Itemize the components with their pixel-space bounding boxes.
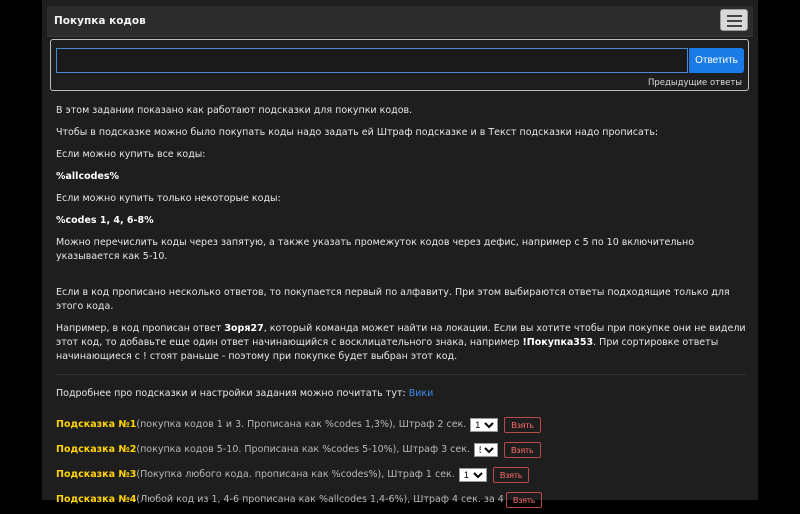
paragraph: Можно перечислить коды через запятую, а … [56,237,695,262]
hint-description: (Покупка любого кода. прописана как %cod… [136,469,455,480]
code-example: !Покупка353 [522,337,594,348]
hint-description: (покупка кодов 1 и 3. Прописана как %cod… [136,419,467,430]
hint-name: Подсказка №3 [56,469,137,480]
hint-row: Подсказка №4 (Любой код из 1, 4-6 пропис… [56,489,746,511]
hint-name: Подсказка №1 [56,419,137,430]
divider [56,374,746,375]
code-select[interactable]: 1 [458,468,487,482]
answer-panel: Ответить Предыдущие ответы [50,39,749,91]
code-example: %allcodes% [56,171,120,182]
take-hint-button[interactable]: Взять [492,467,530,483]
answer-input[interactable] [56,48,688,73]
menu-button[interactable] [720,9,748,31]
hint-description: (покупка кодов 5-10. Прописана как %code… [136,444,471,455]
paragraph: Если можно купить только некоторые коды: [56,193,281,204]
hint-description: (Любой код из 1, 4-6 прописана как %allc… [136,494,504,505]
intro-text: В этом задании показано как работают под… [56,105,413,116]
wiki-link[interactable]: Вики [409,388,434,399]
top-bar: Покупка кодов [47,6,753,37]
hint-row: Подсказка №3 (Покупка любого кода. пропи… [56,464,746,486]
take-hint-button[interactable]: Взять [505,492,543,508]
take-hint-button[interactable]: Взять [504,442,541,458]
hint-name: Подсказка №4 [56,494,137,505]
previous-answers-link[interactable]: Предыдущие ответы [648,78,742,88]
page-title: Покупка кодов [54,15,146,27]
paragraph: Если в код прописано несколько ответов, … [56,287,730,312]
hint-row: Подсказка №1 (покупка кодов 1 и 3. Пропи… [56,414,746,436]
code-select[interactable]: 5 [474,443,499,457]
code-example: %codes 1, 4, 6-8% [56,215,154,226]
code-select[interactable]: 1 [470,418,499,432]
more-info-text: Подробнее про подсказки и настройки зада… [56,388,434,399]
paragraph: Если можно купить все коды: [56,149,206,160]
submit-button[interactable]: Ответить [689,48,744,73]
paragraph: Чтобы в подсказке можно было покупать ко… [56,127,659,138]
hint-name: Подсказка №2 [56,444,137,455]
paragraph: Например, в код прописан ответ Зоря27, к… [56,323,746,362]
hint-row: Подсказка №2 (покупка кодов 5-10. Пропис… [56,439,746,461]
code-example: Зоря27 [224,323,264,334]
task-content: В этом задании показано как работают под… [56,104,746,514]
take-hint-button[interactable]: Взять [504,417,541,433]
